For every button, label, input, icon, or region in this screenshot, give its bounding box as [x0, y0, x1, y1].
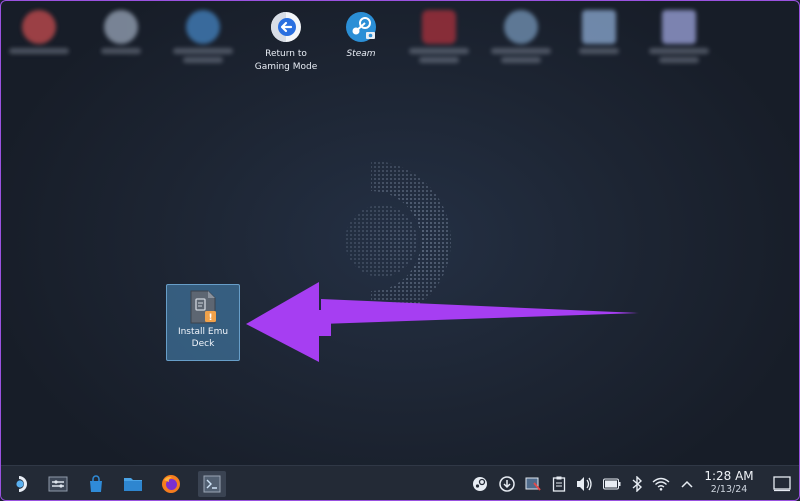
script-window-icon: [203, 475, 221, 493]
icon-label-line1: Install Emu: [177, 327, 229, 337]
steamdeck-update-icon[interactable]: [498, 475, 516, 493]
clock-date: 2/13/24: [710, 484, 748, 495]
app-icon: [582, 10, 616, 44]
chevron-up-icon[interactable]: [678, 475, 696, 493]
desktop-icon-return-gaming-mode[interactable]: Return to Gaming Mode: [248, 7, 324, 74]
blurred-desktop-icon[interactable]: [483, 7, 559, 63]
bluetooth-icon[interactable]: [628, 475, 646, 493]
app-icon: [104, 10, 138, 44]
app-icon: [22, 10, 56, 44]
icon-label: Steam: [346, 49, 376, 59]
battery-icon[interactable]: [603, 475, 621, 493]
blurred-desktop-icon[interactable]: [1, 7, 77, 54]
window-install-emu-deck[interactable]: [198, 471, 226, 497]
script-file-warning-icon: !: [188, 290, 218, 324]
wifi-icon[interactable]: [652, 475, 670, 493]
icon-label-line1: Return to: [265, 49, 307, 59]
icon-label-line2: Gaming Mode: [254, 62, 318, 72]
desktop-icon-install-emu-deck[interactable]: ! Install Emu Deck: [166, 284, 240, 361]
folder-icon[interactable]: [120, 471, 146, 497]
firefox-icon[interactable]: [158, 471, 184, 497]
app-icon: [422, 10, 456, 44]
blurred-desktop-icon[interactable]: [165, 7, 241, 63]
blurred-desktop-icon[interactable]: [641, 7, 717, 63]
screenshot-tool-icon[interactable]: [524, 475, 542, 493]
show-desktop-icon[interactable]: [769, 471, 795, 497]
app-icon: [662, 10, 696, 44]
clipboard-icon[interactable]: [550, 475, 568, 493]
blurred-desktop-icon[interactable]: [401, 7, 477, 63]
steam-icon: [344, 10, 378, 44]
steamdeck-launcher-icon[interactable]: [9, 471, 35, 497]
clock[interactable]: 1:28 AM 2/13/24: [697, 469, 761, 496]
steam-tray-icon[interactable]: [471, 475, 489, 493]
clock-time: 1:28 AM: [704, 469, 754, 483]
desktop-icon-steam[interactable]: Steam: [323, 7, 399, 61]
blurred-desktop-icon[interactable]: [83, 7, 159, 54]
sliders-icon[interactable]: [45, 471, 71, 497]
desktop: Return to Gaming Mode Steam ! Install Em…: [0, 0, 800, 501]
blurred-desktop-icon[interactable]: [561, 7, 637, 54]
taskbar: 1:28 AM 2/13/24: [1, 465, 799, 500]
app-icon: [504, 10, 538, 44]
return-arrow-icon: [269, 10, 303, 44]
shopping-bag-icon[interactable]: [83, 471, 109, 497]
icon-label-line2: Deck: [191, 339, 215, 349]
steamdeck-wallpaper-logo: [345, 161, 451, 321]
volume-icon[interactable]: [576, 475, 594, 493]
app-icon: [186, 10, 220, 44]
svg-text:!: !: [208, 313, 212, 323]
